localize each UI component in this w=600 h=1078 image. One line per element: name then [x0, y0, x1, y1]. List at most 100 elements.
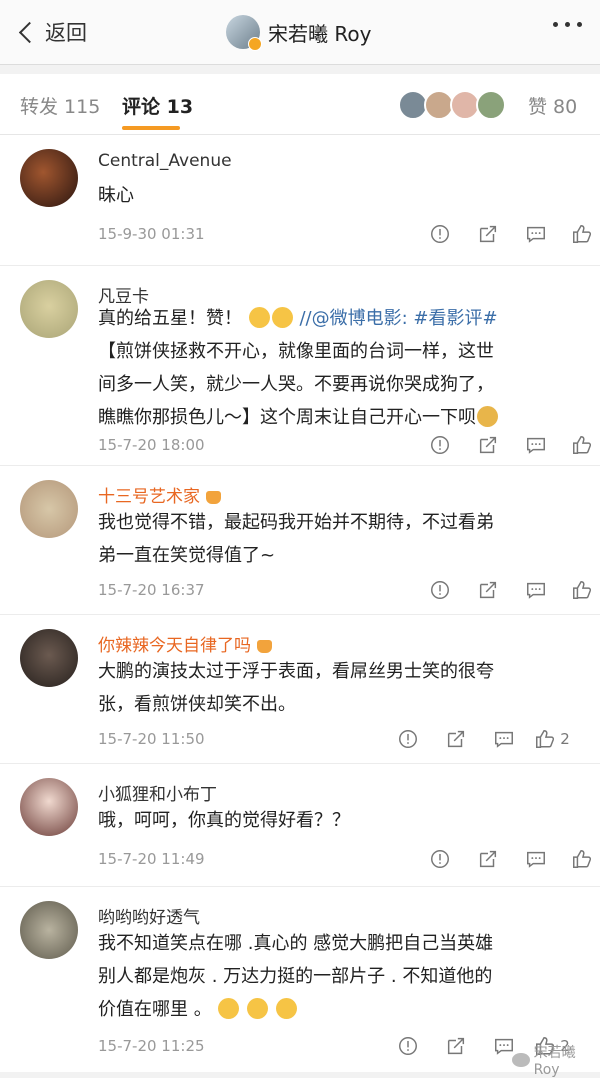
reply-button[interactable]: [512, 433, 560, 457]
list-item: 你辣辣今天自律了吗 大鹏的演技太过于浮于表面，看屌丝男士笑的很夸 张，看煎饼侠却…: [0, 615, 600, 764]
crown-icon: [206, 490, 221, 504]
report-button[interactable]: [416, 578, 464, 602]
comment-actions: [416, 433, 600, 457]
comment-icon: [527, 437, 545, 454]
repost-button[interactable]: [464, 222, 512, 246]
comment-text-line: 真的给五星！赞！: [98, 308, 242, 329]
like-button[interactable]: [560, 433, 600, 457]
liker-avatars[interactable]: [398, 90, 506, 120]
comment-author[interactable]: 十三号艺术家: [98, 482, 221, 507]
tab-repost[interactable]: 转发 115: [20, 92, 100, 119]
comment-list: Central_Avenue 昧心 15-9-30 01:31 凡豆卡 真的给五…: [0, 135, 600, 1072]
thumbs-up-emoji-icon: [248, 307, 270, 328]
report-button[interactable]: [384, 1034, 432, 1058]
comment-text-line: 间多一人笑，就少一人哭。不要再说你哭成狗了，: [98, 374, 494, 395]
like-button[interactable]: 2: [528, 727, 576, 751]
comment-author[interactable]: Central_Avenue: [98, 151, 232, 171]
avatar[interactable]: [20, 901, 78, 959]
like-button[interactable]: [560, 222, 600, 246]
active-tab-indicator: [122, 126, 180, 130]
tab-comments[interactable]: 评论 13: [122, 92, 193, 119]
author-avatar: [226, 15, 262, 51]
share-icon: [479, 436, 497, 454]
comment-actions: [416, 222, 600, 246]
report-icon: [431, 436, 449, 454]
repost-button[interactable]: [464, 433, 512, 457]
comment-time: 15-7-20 16:37: [98, 581, 205, 599]
report-icon: [399, 730, 417, 748]
list-item: 小狐狸和小布丁 哦，呵呵，你真的觉得好看？？ 15-7-20 11:49: [0, 764, 600, 887]
comment-time: 15-9-30 01:31: [98, 225, 205, 243]
avatar[interactable]: [20, 280, 78, 338]
thinking-emoji-icon: [218, 998, 240, 1019]
tab-likes[interactable]: 赞 80: [528, 92, 577, 119]
comment-time: 15-7-20 11:50: [98, 730, 205, 748]
tab-bar: 转发 115 评论 13 赞 80: [0, 74, 600, 135]
comment-text-line: 张，看煎饼侠却笑不出。: [98, 694, 296, 715]
comment-time: 15-7-20 11:49: [98, 850, 205, 868]
share-icon: [479, 850, 497, 868]
crown-icon: [257, 639, 272, 653]
thumbs-up-icon: [536, 730, 555, 748]
comment-author[interactable]: 哟哟哟好透气: [98, 903, 200, 928]
like-button[interactable]: [560, 578, 600, 602]
reply-button[interactable]: [480, 727, 528, 751]
share-icon: [447, 1037, 465, 1055]
avatar[interactable]: [20, 778, 78, 836]
comment-text-line: 【煎饼侠拯救不开心，就像里面的台词一样，这世: [98, 341, 494, 362]
comment-text-line: 哦，呵呵，你真的觉得好看？？: [98, 810, 350, 831]
repost-button[interactable]: [432, 727, 480, 751]
share-icon: [479, 581, 497, 599]
reply-button[interactable]: [512, 847, 560, 871]
report-button[interactable]: [416, 222, 464, 246]
back-button[interactable]: 返回: [16, 16, 87, 48]
report-button[interactable]: [416, 847, 464, 871]
chevron-left-icon: [18, 21, 41, 43]
comment-time: 15-7-20 18:00: [98, 436, 205, 454]
avatar[interactable]: [20, 480, 78, 538]
comment-actions: 2: [384, 727, 576, 751]
topic-link[interactable]: //@微博电影: #看影评#: [299, 308, 497, 329]
thumbs-up-emoji-icon: [271, 307, 293, 328]
list-item: Central_Avenue 昧心 15-9-30 01:31: [0, 135, 600, 266]
avatar[interactable]: [20, 629, 78, 687]
comment-time: 15-7-20 11:25: [98, 1037, 205, 1055]
reply-button[interactable]: [512, 578, 560, 602]
thumbs-up-icon: [573, 850, 592, 868]
repost-button[interactable]: [464, 578, 512, 602]
comment-author-name: 十三号艺术家: [98, 487, 200, 507]
comment-text-line: 我不知道笑点在哪 .真心的 感觉大鹏把自己当英雄: [98, 933, 494, 954]
reply-button[interactable]: [512, 222, 560, 246]
comment-icon: [527, 851, 545, 868]
comment-text-line: 大鹏的演技太过于浮于表面，看屌丝男士笑的很夸: [98, 661, 494, 682]
like-count: 2: [560, 730, 570, 748]
comment-text: 真的给五星！赞！ //@微博电影: #看影评#: [98, 302, 498, 335]
list-item: 十三号艺术家 我也觉得不错，最起码我开始并不期待，不过看弟 弟一直在笑觉得值了~…: [0, 466, 600, 615]
thumbs-up-icon: [573, 581, 592, 599]
comment-actions: [416, 847, 600, 871]
list-item: 哟哟哟好透气 我不知道笑点在哪 .真心的 感觉大鹏把自己当英雄 别人都是炮灰 .…: [0, 887, 600, 1072]
report-icon: [431, 850, 449, 868]
comment-text: 瞧瞧你那损色儿～】这个周末让自己开心一下呗: [98, 401, 499, 434]
report-icon: [399, 1037, 417, 1055]
watermark: 宋若曦Roy: [512, 1042, 600, 1078]
comment-author[interactable]: 你辣辣今天自律了吗: [98, 631, 272, 656]
like-button[interactable]: [560, 847, 600, 871]
repost-button[interactable]: [464, 847, 512, 871]
author-name: 宋若曦 Roy: [268, 21, 372, 46]
repost-button[interactable]: [432, 1034, 480, 1058]
report-button[interactable]: [384, 727, 432, 751]
more-icon[interactable]: [553, 22, 582, 27]
comment-text: 价值在哪里 。: [98, 993, 298, 1026]
comment-text-line: 我也觉得不错，最起码我开始并不期待，不过看弟: [98, 512, 494, 533]
page-title[interactable]: 宋若曦 Roy: [226, 14, 372, 51]
comment-actions: [416, 578, 600, 602]
comment-author-name: 你辣辣今天自律了吗: [98, 636, 251, 656]
avatar[interactable]: [20, 149, 78, 207]
report-button[interactable]: [416, 433, 464, 457]
thinking-emoji-icon: [275, 998, 297, 1019]
avatar: [476, 90, 506, 120]
thinking-emoji-icon: [247, 998, 269, 1019]
comment-text-line: 弟一直在笑觉得值了~: [98, 545, 276, 566]
comment-author[interactable]: 小狐狸和小布丁: [98, 780, 217, 805]
